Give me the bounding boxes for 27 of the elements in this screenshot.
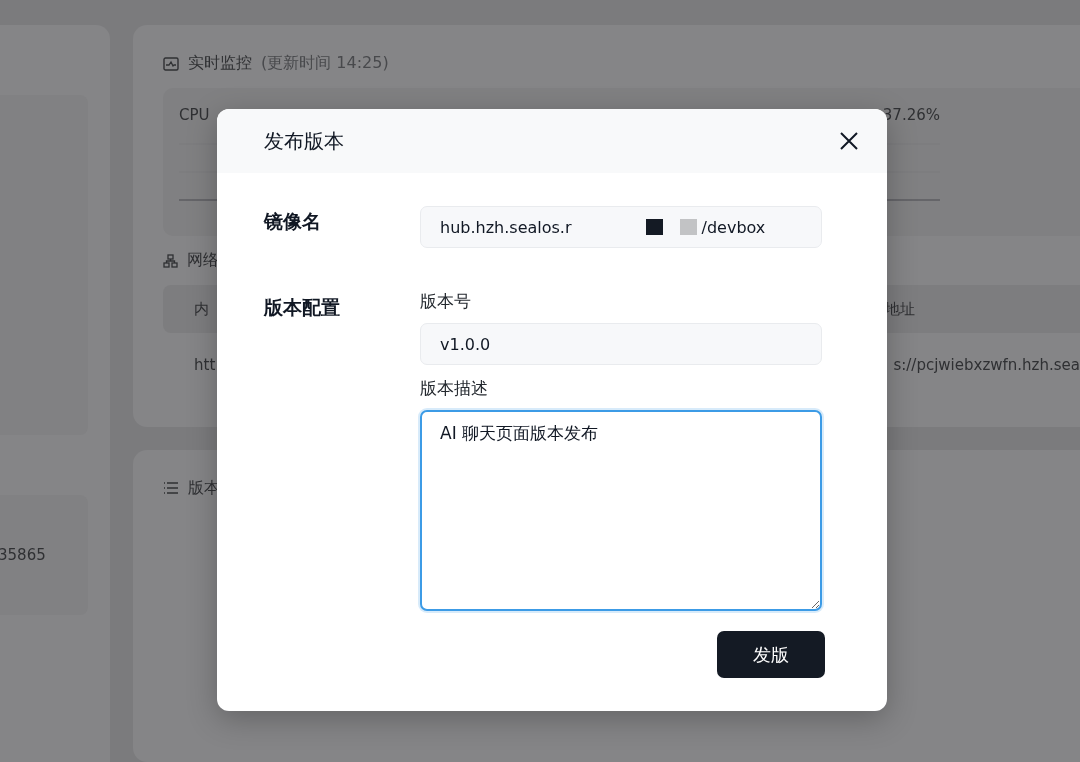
- image-name-field[interactable]: hub.hzh.sealos.r /devbox: [420, 206, 822, 248]
- monitor-icon: [163, 56, 179, 71]
- version-field[interactable]: v1.0.0: [420, 323, 822, 365]
- info-value: 35865: [0, 546, 46, 564]
- section-title: 网络: [187, 250, 219, 271]
- field-text: /devbox: [701, 217, 766, 237]
- field-label: 版本描述: [420, 377, 488, 400]
- list-icon: [163, 482, 179, 495]
- section-title: 实时监控: [188, 53, 252, 74]
- table-cell: htt: [194, 356, 216, 374]
- field-label: 镜像名: [264, 209, 321, 234]
- redaction-mark: [645, 219, 663, 235]
- field-label: 版本配置: [264, 295, 340, 320]
- publish-button[interactable]: 发版: [717, 631, 825, 678]
- description-field[interactable]: AI 聊天页面版本发布: [420, 410, 822, 611]
- table-cell: s://pcjwiebxzwfn.hzh.sea: [893, 356, 1080, 374]
- redaction-mark: [679, 219, 697, 235]
- network-icon: [163, 253, 178, 268]
- metric-label: CPU: [179, 106, 210, 124]
- field-text: hub.hzh.sealos.r: [440, 217, 572, 237]
- metric-value: 37.26%: [882, 106, 940, 124]
- update-time: (更新时间 14:25): [261, 53, 389, 74]
- column-header: 内: [194, 299, 209, 319]
- close-icon: [840, 132, 858, 150]
- column-header: 地址: [885, 299, 915, 319]
- dialog-title: 发布版本: [264, 127, 344, 155]
- field-label: 版本号: [420, 290, 471, 313]
